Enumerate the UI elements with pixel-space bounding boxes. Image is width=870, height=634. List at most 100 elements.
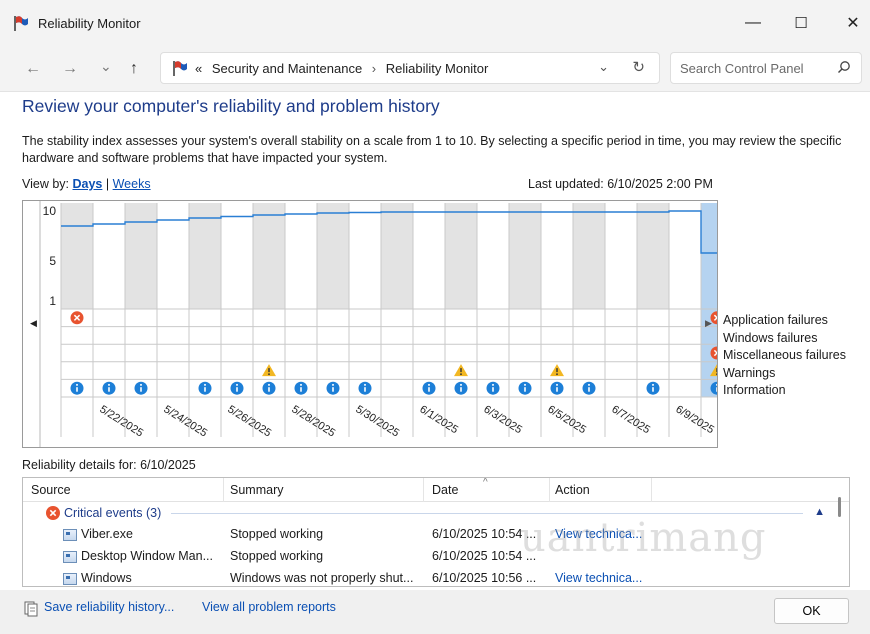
information-event-icon-dot <box>588 383 590 386</box>
table-row[interactable]: Viber.exe Stopped working 6/10/2025 10:5… <box>23 524 849 546</box>
footer: Save reliability history... View all pro… <box>0 590 870 634</box>
page-description: The stability index assesses your system… <box>22 134 842 165</box>
breadcrumb-separator[interactable]: › <box>372 61 376 76</box>
row-summary: Stopped working <box>230 549 324 563</box>
y-tick-label: 5 <box>49 254 56 268</box>
column-divider[interactable] <box>651 478 652 502</box>
table-row[interactable]: Windows Windows was not properly shut...… <box>23 568 849 586</box>
details-table: Source Summary Date ^ Action Critical ev… <box>22 477 850 587</box>
information-event-icon-dot <box>556 383 558 386</box>
date-tick-label: 5/24/2025 <box>161 403 209 439</box>
vertical-scrollbar[interactable] <box>838 497 841 517</box>
legend-windows-failures: Windows failures <box>723 330 818 345</box>
address-bar[interactable]: « Security and Maintenance › Reliability… <box>160 52 660 84</box>
application-icon <box>63 551 77 563</box>
information-event-icon-dot <box>204 383 206 386</box>
breadcrumb-reliability-monitor[interactable]: Reliability Monitor <box>386 61 489 76</box>
event-column-bg <box>157 309 189 397</box>
search-input[interactable]: Search Control Panel <box>670 52 862 84</box>
forward-icon[interactable]: → <box>62 60 78 78</box>
information-event-icon-dot <box>140 383 142 386</box>
column-divider[interactable] <box>549 478 550 502</box>
column-summary[interactable]: Summary <box>230 483 283 497</box>
group-divider <box>171 513 803 514</box>
chart-legend: Application failures Windows failures Mi… <box>723 313 846 401</box>
reliability-flag-icon <box>14 16 28 31</box>
column-divider[interactable] <box>423 478 424 502</box>
maximize-button[interactable]: ☐ <box>778 0 824 46</box>
up-icon[interactable]: ↑ <box>130 60 138 78</box>
date-tick-label: 6/9/2025 <box>673 403 716 436</box>
information-event-icon-dot <box>460 383 462 386</box>
chart-column-bg <box>157 203 189 309</box>
warning-event-icon-dot <box>268 373 270 376</box>
row-date: 6/10/2025 10:54 ... <box>432 527 537 541</box>
date-tick-label: 5/28/2025 <box>289 403 337 439</box>
row-source: Viber.exe <box>81 527 133 541</box>
row-date: 6/10/2025 10:54 ... <box>432 549 537 563</box>
information-event-icon-dot <box>364 383 366 386</box>
reliability-chart[interactable]: 10 5 1 5/22/2025 5/24/2025 5/26/2025 5/28/2025… <box>22 200 734 448</box>
date-tick-label: 5/26/2025 <box>225 403 273 439</box>
chart-column-bg <box>701 203 733 309</box>
chart-column-bg <box>61 203 93 309</box>
chart-column-bg <box>509 203 541 309</box>
recent-locations-chevron-icon[interactable]: ⌄ <box>100 58 112 75</box>
table-header: Source Summary Date ^ Action <box>23 478 849 502</box>
chart-column-bg <box>317 203 349 309</box>
view-by-label: View by: <box>22 177 70 191</box>
column-action[interactable]: Action <box>555 483 590 497</box>
event-column-bg <box>669 309 701 397</box>
details-label: Reliability details for: 6/10/2025 <box>22 458 196 472</box>
information-event-icon-dot <box>524 383 526 386</box>
refresh-icon[interactable]: ↻ <box>632 58 645 76</box>
view-weeks-link[interactable]: Weeks <box>113 177 151 191</box>
chart-scroll-right-icon[interactable]: ▶ <box>705 318 712 329</box>
legend-misc-failures: Miscellaneous failures <box>723 348 846 362</box>
date-tick-label: 5/30/2025 <box>353 403 401 439</box>
search-placeholder: Search Control Panel <box>680 60 804 76</box>
legend-information: Information <box>723 383 786 397</box>
information-event-icon-dot <box>108 383 110 386</box>
collapse-chevron-icon[interactable]: ▲ <box>814 506 825 518</box>
chart-column-bg <box>189 203 221 309</box>
date-tick-label: 6/7/2025 <box>609 403 652 436</box>
chart-scroll-left-icon[interactable]: ◀ <box>30 318 37 329</box>
view-all-problem-reports-link[interactable]: View all problem reports <box>202 600 336 614</box>
back-icon[interactable]: ← <box>25 60 41 78</box>
event-column-bg <box>381 309 413 397</box>
view-days-link[interactable]: Days <box>73 177 103 191</box>
date-tick-label: 6/1/2025 <box>417 403 460 436</box>
date-tick-label: 6/3/2025 <box>481 403 524 436</box>
minimize-button[interactable]: — <box>730 0 776 46</box>
save-reliability-history-link[interactable]: Save reliability history... <box>44 600 174 614</box>
search-icon[interactable] <box>837 60 851 74</box>
chart-column-bg <box>477 203 509 309</box>
view-technical-details-link[interactable]: View technica... <box>555 527 649 541</box>
save-document-icon <box>24 601 38 617</box>
chart-column-bg <box>669 203 701 309</box>
chart-column-bg <box>637 203 669 309</box>
breadcrumb: « Security and Maintenance › Reliability… <box>195 61 488 76</box>
address-dropdown-chevron-icon[interactable]: ⌄ <box>598 59 609 75</box>
column-divider[interactable] <box>223 478 224 502</box>
column-source[interactable]: Source <box>31 483 71 497</box>
reliability-chart-svg[interactable]: 10 5 1 5/22/2025 5/24/2025 5/26/2025 5/28/2025… <box>23 201 734 447</box>
chart-column-bg <box>253 203 285 309</box>
close-button[interactable]: ✕ <box>830 0 870 46</box>
chart-column-bg <box>349 203 381 309</box>
column-date[interactable]: Date <box>432 483 458 497</box>
table-row[interactable]: Desktop Window Man... Stopped working 6/… <box>23 546 849 568</box>
row-summary: Windows was not properly shut... <box>230 571 414 585</box>
information-event-icon-dot <box>300 383 302 386</box>
ok-button[interactable]: OK <box>774 598 849 624</box>
breadcrumb-security-maintenance[interactable]: Security and Maintenance <box>212 61 362 76</box>
information-event-icon-dot <box>492 383 494 386</box>
breadcrumb-overflow[interactable]: « <box>195 61 202 76</box>
view-technical-details-link[interactable]: View technica... <box>555 571 649 585</box>
critical-events-label: Critical events (3) <box>64 506 162 520</box>
chart-column-bg <box>573 203 605 309</box>
chart-column-bg <box>125 203 157 309</box>
information-event-icon-dot <box>76 383 78 386</box>
critical-events-group[interactable]: Critical events (3) <box>45 504 161 522</box>
